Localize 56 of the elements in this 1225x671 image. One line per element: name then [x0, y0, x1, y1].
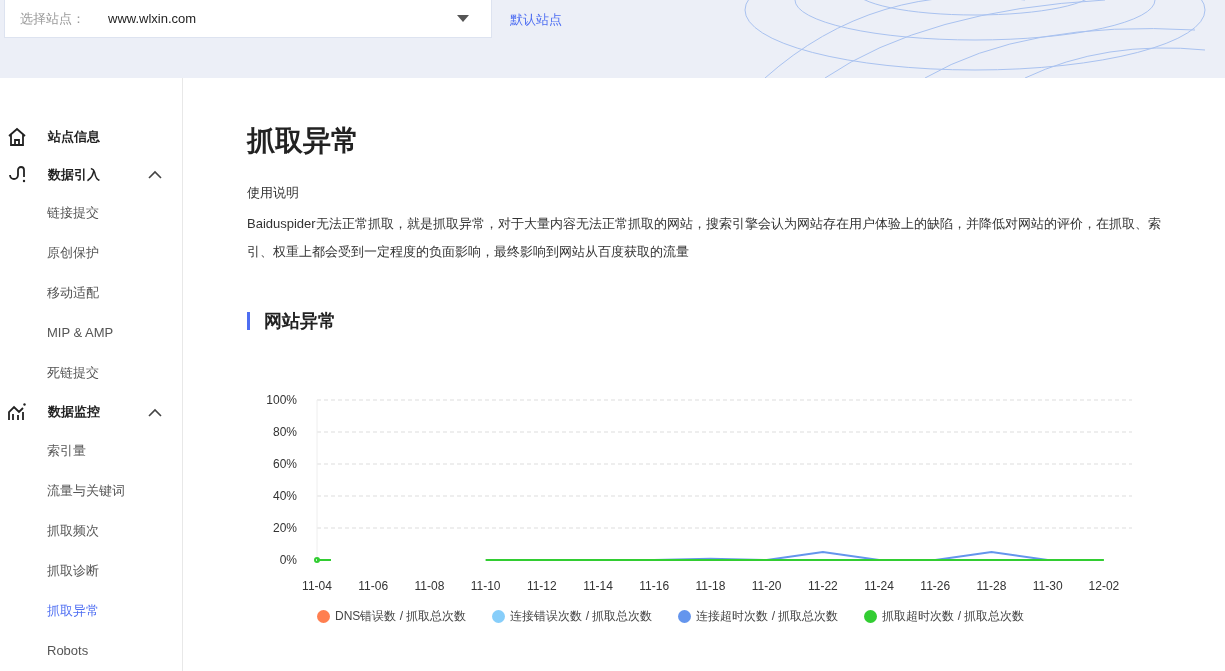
x-axis-label: 11-04 — [302, 579, 332, 593]
x-axis-label: 11-24 — [864, 579, 894, 593]
x-axis-label: 11-12 — [526, 579, 557, 593]
x-axis-label: 11-16 — [639, 579, 670, 593]
y-axis-label: 60% — [272, 457, 297, 471]
sidebar-item[interactable]: 站点信息 — [0, 118, 182, 156]
sidebar-item[interactable]: 索引量 — [0, 431, 182, 471]
x-axis-label: 11-26 — [920, 579, 951, 593]
y-axis-label: 80% — [272, 425, 297, 439]
dropdown-caret-icon — [457, 15, 469, 22]
y-axis-label: 20% — [272, 521, 297, 535]
sidebar-heading: 数据引入 — [48, 165, 101, 184]
sidebar-heading: 站点信息 — [48, 127, 101, 146]
default-site-link[interactable]: 默认站点 — [510, 11, 562, 29]
y-axis-label: 0% — [279, 553, 297, 567]
site-select[interactable]: 选择站点： www.wlxin.com — [4, 0, 492, 38]
sidebar-item[interactable]: MIP & AMP — [0, 313, 182, 354]
description: Baiduspider无法正常抓取，就是抓取异常，对于大量内容无法正常抓取的网站，搜索引擎会认为网站存在用户体验上的缺陷，并降低对网站的评价，在抓取、索引、权重上都会受到一定程度的负面影响，最终影响到网站从百度获取的流量 — [247, 215, 1162, 261]
x-axis-label: 11-08 — [414, 579, 445, 593]
sidebar-group[interactable]: 数据引入 — [0, 155, 182, 194]
select-value: www.wlxin.com — [108, 11, 198, 26]
usage-heading: 使用说明 — [247, 184, 300, 202]
section-title: 网站异常 — [247, 312, 1225, 330]
home-icon — [7, 126, 27, 147]
sidebar-item[interactable]: 死链提交 — [0, 353, 182, 394]
x-axis-label: 11-30 — [1032, 579, 1063, 593]
sidebar-heading: 数据监控 — [48, 403, 101, 422]
x-axis-label: 11-14 — [583, 579, 613, 593]
sidebar-item[interactable]: 抓取异常 — [0, 591, 182, 631]
sidebar-item[interactable]: 原创保护 — [0, 233, 182, 274]
x-axis-label: 11-28 — [976, 579, 1007, 593]
legend-item[interactable]: 连接错误次数 / 抓取总次数 — [492, 608, 653, 625]
page-title: 抓取异常 — [247, 124, 360, 158]
legend-item[interactable]: DNS错误数 / 抓取总次数 — [317, 608, 467, 625]
x-axis-label: 11-22 — [807, 579, 838, 593]
legend-item[interactable]: 连接超时次数 / 抓取总次数 — [678, 608, 839, 625]
sidebar-item[interactable]: 移动适配 — [0, 273, 182, 314]
chevron-icon[interactable] — [148, 407, 162, 417]
select-label: 选择站点： — [20, 9, 86, 28]
y-axis-label: 40% — [272, 489, 297, 503]
x-axis-label: 11-20 — [751, 579, 782, 593]
y-axis-label: 100% — [266, 393, 297, 407]
sidebar-item[interactable]: 流量与关键词 — [0, 471, 182, 511]
x-axis-label: 11-10 — [470, 579, 501, 593]
x-axis-label: 12-02 — [1088, 579, 1120, 593]
legend-item[interactable]: 抓取超时次数 / 抓取总次数 — [864, 608, 1025, 625]
sidebar-item[interactable]: 抓取频次 — [0, 511, 182, 551]
sidebar-group[interactable]: 数据监控 — [0, 393, 182, 431]
x-axis-label: 11-18 — [695, 579, 726, 593]
x-axis-label: 11-06 — [358, 579, 389, 593]
hook-icon — [7, 164, 27, 185]
sidebar-item[interactable]: 链接提交 — [0, 193, 182, 234]
sidebar-item[interactable]: Robots — [0, 631, 182, 671]
chart-icon — [7, 402, 27, 423]
sidebar-item[interactable]: 抓取诊断 — [0, 551, 182, 591]
chevron-icon[interactable] — [148, 170, 162, 179]
